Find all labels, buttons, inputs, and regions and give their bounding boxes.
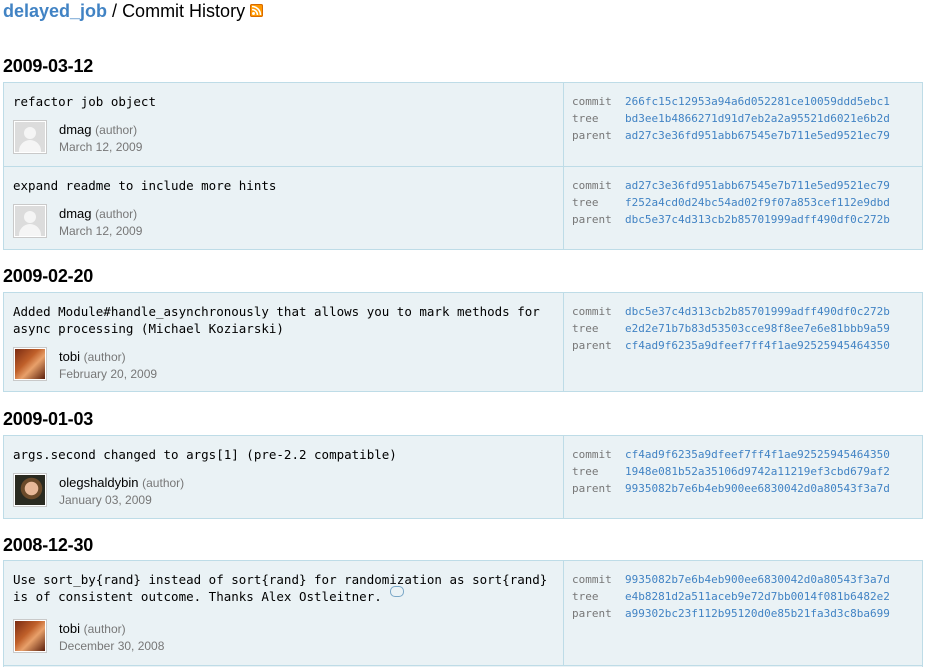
column-divider — [563, 436, 564, 518]
commit-row: args.second changed to args[1] (pre-2.2 … — [4, 436, 922, 518]
commit-group: Added Module#handle_asynchronously that … — [3, 292, 923, 392]
author-name[interactable]: olegshaldybin — [59, 475, 139, 490]
page-header: delayed_job / Commit History — [3, 0, 264, 22]
commit-sha-link[interactable]: dbc5e37c4d313cb2b85701999adff490df0c272b — [625, 305, 890, 318]
avatar[interactable] — [13, 473, 47, 507]
commit-message[interactable]: Use sort_by{rand} instead of sort{rand} … — [13, 571, 558, 605]
column-divider — [563, 293, 564, 391]
column-divider — [563, 167, 564, 250]
author-role: (author) — [95, 123, 138, 137]
commit-meta: commit cf4ad9f6235a9dfeef7ff4f1ae92525945… — [572, 448, 890, 495]
column-divider — [563, 83, 564, 166]
avatar[interactable] — [13, 347, 47, 381]
commit-date: March 12, 2009 — [59, 224, 143, 238]
commit-group: refactor job object dmag (author) March … — [3, 82, 923, 250]
parent-sha-link[interactable]: cf4ad9f6235a9dfeef7ff4f1ae92525945464350 — [625, 339, 890, 352]
commit-date: December 30, 2008 — [59, 639, 165, 653]
tree-sha-link[interactable]: bd3ee1b4866271d91d7eb2a2a95521d6021e6b2d — [625, 112, 890, 125]
day-heading: 2009-02-20 — [3, 266, 94, 286]
tree-sha-link[interactable]: e4b8281d2a511aceb9e72d7bb0014f081b6482e2 — [625, 590, 890, 603]
commit-row: Use sort_by{rand} instead of sort{rand} … — [4, 561, 922, 666]
author-role: (author) — [142, 476, 185, 490]
commit-row: Added Module#handle_asynchronously that … — [4, 293, 922, 391]
avatar[interactable] — [13, 619, 47, 653]
commit-meta: commit 9935082b7e6b4eb900ee6830042d0a8054… — [572, 573, 890, 620]
author-role: (author) — [83, 622, 126, 636]
commit-sha-link[interactable]: cf4ad9f6235a9dfeef7ff4f1ae92525945464350 — [625, 448, 890, 461]
commit-date: February 20, 2009 — [59, 367, 158, 381]
commit-message[interactable]: expand readme to include more hints — [13, 177, 558, 194]
day-heading: 2009-01-03 — [3, 409, 94, 429]
commit-message[interactable]: args.second changed to args[1] (pre-2.2 … — [13, 446, 558, 463]
commit-meta: commit ad27c3e36fd951abb67545e7b711e5ed95… — [572, 179, 890, 226]
commit-date: March 12, 2009 — [59, 140, 143, 154]
commit-message[interactable]: Added Module#handle_asynchronously that … — [13, 303, 558, 337]
author-name[interactable]: dmag — [59, 206, 92, 221]
header-separator: / — [107, 1, 123, 21]
commit-meta: commit dbc5e37c4d313cb2b85701999adff490df… — [572, 305, 890, 352]
tree-sha-link[interactable]: f252a4cd0d24bc54ad02f9f07a853cef112e9dbd — [625, 196, 890, 209]
commit-row: expand readme to include more hints dmag… — [4, 166, 922, 250]
author-name[interactable]: dmag — [59, 122, 92, 137]
commit-date: January 03, 2009 — [59, 493, 152, 507]
parent-sha-link[interactable]: 9935082b7e6b4eb900ee6830042d0a80543f3a7d — [625, 482, 890, 495]
commit-group: Use sort_by{rand} instead of sort{rand} … — [3, 560, 923, 667]
commit-group: args.second changed to args[1] (pre-2.2 … — [3, 435, 923, 519]
commit-message[interactable]: refactor job object — [13, 93, 558, 110]
day-heading: 2008-12-30 — [3, 535, 94, 555]
avatar[interactable] — [13, 204, 47, 238]
commit-sha-link[interactable]: 266fc15c12953a94a6d052281ce10059ddd5ebc1 — [625, 95, 890, 108]
commit-sha-link[interactable]: ad27c3e36fd951abb67545e7b711e5ed9521ec79 — [625, 179, 890, 192]
author-name[interactable]: tobi — [59, 621, 80, 636]
page-title: Commit History — [122, 1, 246, 21]
commit-message-text: Use sort_by{rand} instead of sort{rand} … — [13, 572, 548, 604]
commit-row: refactor job object dmag (author) March … — [4, 83, 922, 166]
day-heading: 2009-03-12 — [3, 56, 94, 76]
author-role: (author) — [83, 350, 126, 364]
tree-sha-link[interactable]: 1948e081b52a35106d9742a11219ef3cbd679af2 — [625, 465, 890, 478]
comment-bubble-icon[interactable] — [389, 586, 404, 597]
commit-meta: commit 266fc15c12953a94a6d052281ce10059dd… — [572, 95, 890, 142]
author-role: (author) — [95, 207, 138, 221]
avatar[interactable] — [13, 120, 47, 154]
author-name[interactable]: tobi — [59, 349, 80, 364]
parent-sha-link[interactable]: a99302bc23f112b95120d0e85b21fa3d3c8ba699 — [625, 607, 890, 620]
rss-icon[interactable] — [250, 3, 264, 17]
repo-link[interactable]: delayed_job — [3, 1, 107, 21]
column-divider — [563, 561, 564, 665]
tree-sha-link[interactable]: e2d2e71b7b83d53503cce98f8ee7e6e81bbb9a59 — [625, 322, 890, 335]
parent-sha-link[interactable]: dbc5e37c4d313cb2b85701999adff490df0c272b — [625, 213, 890, 226]
commit-sha-link[interactable]: 9935082b7e6b4eb900ee6830042d0a80543f3a7d — [625, 573, 890, 586]
parent-sha-link[interactable]: ad27c3e36fd951abb67545e7b711e5ed9521ec79 — [625, 129, 890, 142]
